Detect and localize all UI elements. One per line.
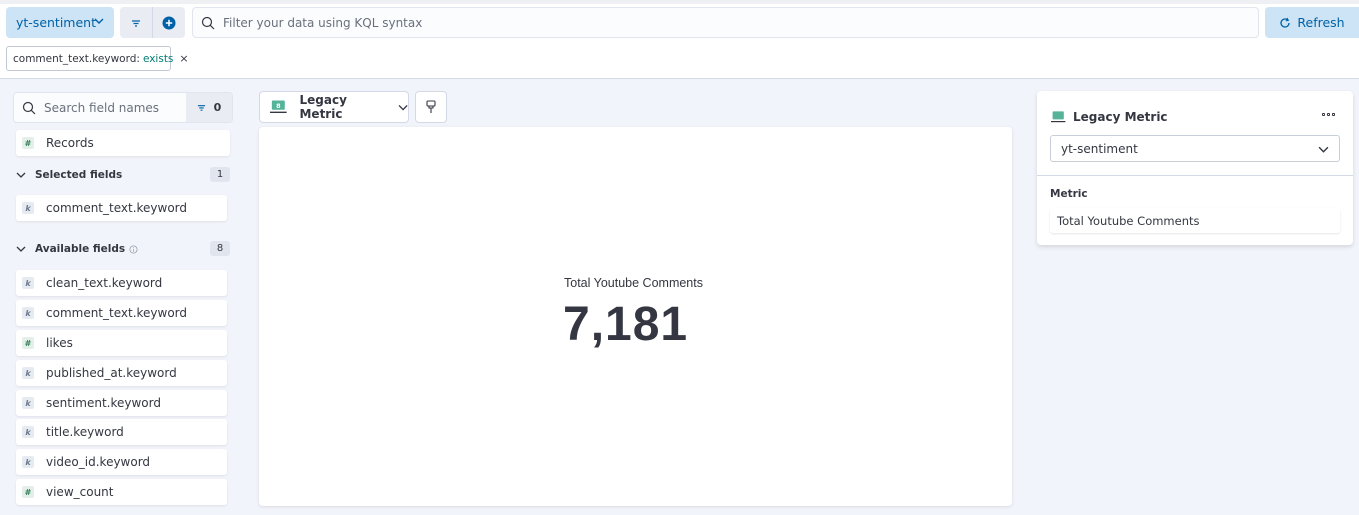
kql-search-input[interactable]: [223, 15, 1123, 30]
search-icon: [22, 101, 36, 114]
filter-icon: [132, 19, 140, 27]
field-name: video_id.keyword: [46, 455, 151, 469]
filter-icon: [197, 105, 205, 111]
refresh-icon: [1280, 17, 1291, 28]
available-field-item[interactable]: k sentiment.keyword: [16, 390, 227, 416]
keyword-type-icon: k: [22, 397, 34, 409]
available-fields-header[interactable]: Available fields 8: [16, 239, 230, 259]
keyword-type-icon: k: [22, 277, 34, 289]
style-options-button[interactable]: [415, 91, 447, 123]
selected-fields-header[interactable]: Selected fields 1: [16, 165, 230, 185]
available-fields-title: Available fields: [35, 243, 126, 255]
available-field-item[interactable]: k clean_text.keyword: [16, 270, 227, 296]
field-name: title.keyword: [46, 425, 124, 439]
data-view-picker[interactable]: yt-sentiment: [6, 7, 114, 38]
refresh-button[interactable]: Refresh: [1265, 7, 1359, 38]
metric-label: Total Youtube Comments: [564, 276, 703, 290]
metric-vis-icon: 8: [270, 100, 287, 114]
chevron-down-icon: [1318, 146, 1329, 153]
kql-search-field[interactable]: [192, 7, 1259, 38]
keyword-type-icon: k: [22, 367, 34, 379]
chevron-down-icon: [16, 246, 26, 252]
data-view-label: yt-sentiment: [16, 15, 96, 30]
paintbrush-icon: [426, 100, 436, 113]
config-panel-title: Legacy Metric: [1073, 110, 1168, 124]
visualization-type-label: Legacy Metric: [299, 93, 347, 121]
filter-menu-button[interactable]: [120, 7, 152, 38]
config-panel: Legacy Metric yt-sentiment Metric Total …: [1037, 91, 1353, 245]
records-label: Records: [46, 136, 94, 150]
field-name: sentiment.keyword: [46, 396, 161, 410]
filter-pill-field: comment_text.keyword:: [13, 52, 140, 65]
search-icon: [201, 16, 215, 29]
number-type-icon: #: [22, 486, 34, 498]
field-name: comment_text.keyword: [46, 306, 188, 320]
metric-value: 7,181: [563, 298, 689, 351]
available-fields-count: 8: [210, 241, 230, 256]
available-field-item[interactable]: k video_id.keyword: [16, 449, 227, 475]
refresh-label: Refresh: [1297, 15, 1345, 30]
info-icon: [129, 244, 138, 254]
keyword-type-icon: k: [22, 456, 34, 468]
field-search[interactable]: 0: [13, 92, 233, 123]
field-name: view_count: [46, 485, 114, 499]
field-name: published_at.keyword: [46, 366, 177, 380]
filter-button-group: [120, 7, 185, 38]
number-type-icon: #: [22, 137, 34, 149]
top-strip: [0, 0, 1359, 4]
visualization-canvas: Total Youtube Comments 7,181: [259, 127, 1012, 506]
field-search-input[interactable]: [44, 100, 174, 115]
add-filter-button[interactable]: [152, 7, 184, 38]
available-field-item[interactable]: k comment_text.keyword: [16, 300, 227, 326]
metric-vis-icon: [1051, 111, 1066, 123]
visualization-type-switcher[interactable]: 8 Legacy Metric: [259, 91, 409, 123]
available-field-item[interactable]: # likes: [16, 330, 227, 356]
more-options-icon[interactable]: [1320, 108, 1336, 120]
records-field[interactable]: # Records: [16, 130, 230, 156]
keyword-type-icon: k: [22, 202, 34, 214]
field-name: comment_text.keyword: [46, 201, 188, 215]
metric-section-title: Metric: [1050, 188, 1088, 200]
filter-pill-operator: exists: [142, 52, 174, 65]
svg-text:8: 8: [276, 102, 281, 110]
field-name: clean_text.keyword: [46, 276, 163, 290]
plus-circle-icon: [162, 16, 175, 29]
keyword-type-icon: k: [22, 426, 34, 438]
field-filter-count: 0: [213, 101, 222, 114]
available-field-item[interactable]: # view_count: [16, 479, 227, 505]
number-type-icon: #: [22, 337, 34, 349]
available-field-item[interactable]: k title.keyword: [16, 419, 227, 445]
filter-pill[interactable]: comment_text.keyword: exists ×: [6, 46, 189, 71]
chevron-down-icon: [398, 104, 408, 110]
keyword-type-icon: k: [22, 307, 34, 319]
query-bar: yt-sentiment Refresh comment_text.keywor…: [0, 0, 1359, 79]
field-name: likes: [46, 336, 73, 350]
available-field-item[interactable]: k published_at.keyword: [16, 360, 227, 386]
divider: [1037, 175, 1353, 176]
metric-dimension-button[interactable]: Total Youtube Comments: [1050, 208, 1340, 233]
layer-data-view-label: yt-sentiment: [1061, 141, 1138, 156]
selected-field-item[interactable]: k comment_text.keyword: [16, 195, 227, 221]
field-type-filter-button[interactable]: 0: [186, 93, 232, 122]
selected-fields-title: Selected fields: [35, 169, 123, 181]
selected-fields-count: 1: [210, 167, 230, 182]
metric-dimension-label: Total Youtube Comments: [1057, 213, 1200, 228]
remove-filter-icon[interactable]: ×: [179, 52, 188, 65]
chevron-down-icon: [16, 172, 26, 178]
chevron-down-icon: [94, 18, 104, 24]
layer-data-view-select[interactable]: yt-sentiment: [1050, 135, 1340, 162]
